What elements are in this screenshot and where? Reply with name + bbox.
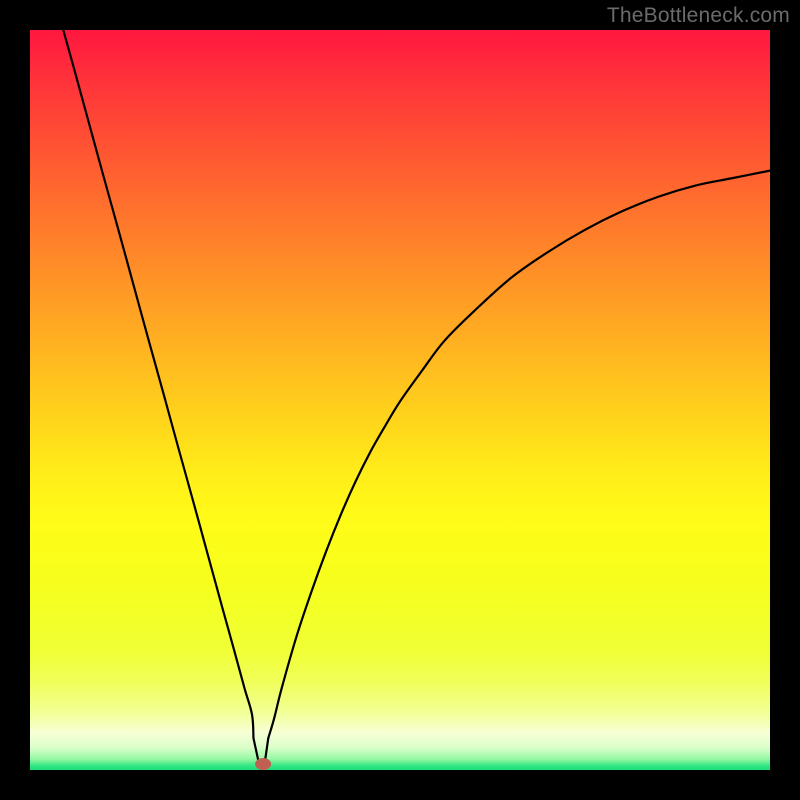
curve-layer bbox=[30, 30, 770, 770]
plot-area bbox=[30, 30, 770, 770]
chart-frame: TheBottleneck.com bbox=[0, 0, 800, 800]
curve-right-branch bbox=[268, 171, 770, 739]
optimal-marker bbox=[255, 758, 271, 770]
attribution-text: TheBottleneck.com bbox=[607, 4, 790, 28]
curve-left-branch bbox=[63, 30, 253, 738]
